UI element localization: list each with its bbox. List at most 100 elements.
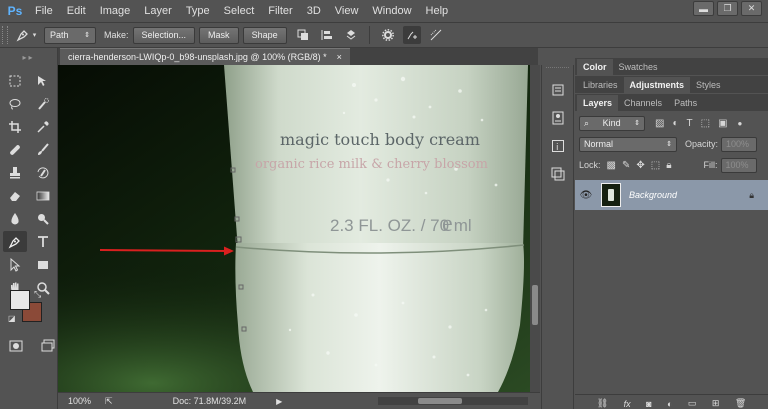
menu-layer[interactable]: Layer bbox=[137, 0, 179, 22]
clone-stamp-tool[interactable] bbox=[3, 162, 27, 183]
filter-pixel-icon[interactable]: ▨ bbox=[655, 118, 664, 129]
lock-all-icon[interactable]: 🔒︎ bbox=[666, 160, 671, 171]
make-shape-button[interactable]: Shape bbox=[242, 26, 287, 44]
dock-grip[interactable] bbox=[546, 67, 569, 73]
tool-preset-picker[interactable]: ▾ bbox=[8, 25, 44, 45]
menu-edit[interactable]: Edit bbox=[60, 0, 93, 22]
delete-layer-icon[interactable]: 🗑︎ bbox=[735, 398, 746, 409]
horizontal-scroll-thumb[interactable] bbox=[418, 398, 462, 404]
pen-tool[interactable] bbox=[3, 231, 27, 252]
filter-adjustment-icon[interactable]: ◐ bbox=[672, 118, 678, 129]
tab-color[interactable]: Color bbox=[577, 59, 613, 75]
make-mask-button[interactable]: Mask bbox=[199, 26, 239, 44]
document-canvas[interactable]: magic touch body cream organic rice milk… bbox=[58, 65, 530, 392]
document-tab[interactable]: cierra-henderson-LWIQp-0_b98-unsplash.jp… bbox=[60, 48, 350, 65]
tab-paths[interactable]: Paths bbox=[668, 95, 703, 111]
info-panel-button[interactable]: i bbox=[546, 135, 570, 157]
path-arrangement-icon[interactable] bbox=[342, 26, 360, 44]
layer-kind-select[interactable]: ⌕ Kind ⇕ bbox=[579, 115, 645, 131]
auto-add-delete-icon[interactable] bbox=[402, 26, 421, 44]
brush-tool[interactable] bbox=[31, 139, 55, 160]
lock-artboard-icon[interactable]: ⬚ bbox=[651, 160, 660, 171]
align-edges-icon[interactable] bbox=[427, 26, 445, 44]
screen-mode-button[interactable] bbox=[36, 335, 60, 356]
lasso-tool[interactable] bbox=[3, 93, 27, 114]
eraser-icon bbox=[10, 191, 20, 201]
type-tool[interactable] bbox=[31, 231, 55, 252]
history-brush-tool[interactable] bbox=[31, 162, 55, 183]
eye-icon[interactable]: 👁︎ bbox=[575, 190, 597, 201]
crop-tool[interactable] bbox=[3, 116, 27, 137]
menu-select[interactable]: Select bbox=[217, 0, 262, 22]
paths-panel-button[interactable] bbox=[546, 163, 570, 185]
export-icon[interactable]: ⇱ bbox=[105, 396, 113, 407]
new-adjustment-layer-icon[interactable]: ◐ bbox=[667, 399, 672, 409]
lock-position-icon[interactable]: ✥ bbox=[636, 160, 644, 171]
tab-layers[interactable]: Layers bbox=[577, 95, 619, 111]
make-selection-button[interactable]: Selection... bbox=[132, 26, 196, 44]
filter-shape-icon[interactable]: ⬚ bbox=[701, 118, 710, 129]
minimize-button[interactable]: ▬ bbox=[693, 1, 714, 16]
path-selection-tool[interactable] bbox=[3, 254, 27, 275]
blend-mode-select[interactable]: Normal ⇕ bbox=[579, 136, 677, 152]
lock-transparency-icon[interactable]: ▩ bbox=[607, 160, 616, 171]
status-menu-icon[interactable]: ▶ bbox=[276, 397, 282, 406]
layer-lock-icon[interactable]: 🔒︎ bbox=[749, 190, 754, 201]
layer-style-icon[interactable]: fx bbox=[624, 399, 631, 409]
horizontal-scrollbar[interactable] bbox=[378, 397, 528, 405]
path-operations-icon[interactable] bbox=[294, 26, 312, 44]
lock-pixels-icon[interactable]: ✎ bbox=[622, 160, 630, 171]
add-mask-icon[interactable]: ◙ bbox=[646, 399, 651, 409]
eyedropper-tool[interactable] bbox=[31, 116, 55, 137]
tab-libraries[interactable]: Libraries bbox=[577, 77, 624, 93]
gradient-tool[interactable] bbox=[31, 185, 55, 206]
move-tool[interactable] bbox=[31, 70, 55, 91]
pen-mode-select[interactable]: Path ⇕ bbox=[44, 26, 96, 44]
tab-swatches[interactable]: Swatches bbox=[613, 59, 664, 75]
dodge-tool[interactable] bbox=[31, 208, 55, 229]
foreground-color-swatch[interactable] bbox=[10, 290, 30, 310]
rectangle-shape-tool[interactable] bbox=[31, 254, 55, 275]
filter-type-icon[interactable]: T bbox=[687, 118, 693, 129]
fill-field[interactable]: 100% bbox=[720, 157, 757, 173]
menu-window[interactable]: Window bbox=[365, 0, 418, 22]
layer-background[interactable]: 👁︎ Background 🔒︎ bbox=[575, 180, 768, 210]
link-layers-icon[interactable]: ⛓︎ bbox=[597, 398, 608, 409]
tab-adjustments[interactable]: Adjustments bbox=[623, 77, 691, 93]
vertical-scroll-thumb[interactable] bbox=[532, 285, 538, 325]
tab-styles[interactable]: Styles bbox=[690, 77, 727, 93]
menu-image[interactable]: Image bbox=[93, 0, 138, 22]
path-alignment-icon[interactable] bbox=[318, 26, 336, 44]
quick-mask-button[interactable] bbox=[4, 335, 28, 356]
menu-filter[interactable]: Filter bbox=[261, 0, 299, 22]
filter-toggle-icon[interactable]: ● bbox=[738, 119, 743, 128]
history-panel-button[interactable] bbox=[546, 79, 570, 101]
gear-icon[interactable] bbox=[379, 26, 397, 44]
close-window-button[interactable]: ✕ bbox=[741, 1, 762, 16]
tools-panel-header[interactable]: ▸▸ bbox=[0, 48, 57, 66]
tab-channels[interactable]: Channels bbox=[618, 95, 668, 111]
close-tab-icon[interactable]: × bbox=[337, 52, 342, 62]
marquee-tool[interactable] bbox=[3, 70, 27, 91]
eraser-tool[interactable] bbox=[3, 185, 27, 206]
new-layer-icon[interactable]: ⊞ bbox=[712, 398, 720, 409]
menu-help[interactable]: Help bbox=[419, 0, 456, 22]
menu-view[interactable]: View bbox=[328, 0, 366, 22]
blur-tool[interactable] bbox=[3, 208, 27, 229]
filter-smart-object-icon[interactable]: ▣ bbox=[718, 118, 727, 129]
zoom-level[interactable]: 100% bbox=[68, 396, 91, 406]
healing-brush-tool[interactable] bbox=[3, 139, 27, 160]
opacity-field[interactable]: 100% bbox=[721, 136, 758, 152]
default-colors-icon[interactable]: ◪ bbox=[8, 314, 16, 323]
lock-label: Lock: bbox=[579, 160, 601, 170]
menu-3d[interactable]: 3D bbox=[300, 0, 328, 22]
quick-select-tool[interactable] bbox=[31, 93, 55, 114]
vertical-scrollbar[interactable] bbox=[530, 65, 540, 392]
menu-type[interactable]: Type bbox=[179, 0, 217, 22]
restore-button[interactable]: ❐ bbox=[717, 1, 738, 16]
layer-name[interactable]: Background bbox=[629, 190, 749, 200]
swap-colors-icon[interactable]: ⤡ bbox=[34, 289, 41, 300]
new-group-icon[interactable]: ▭ bbox=[688, 398, 697, 409]
properties-panel-button[interactable] bbox=[546, 107, 570, 129]
menu-file[interactable]: File bbox=[28, 0, 60, 22]
